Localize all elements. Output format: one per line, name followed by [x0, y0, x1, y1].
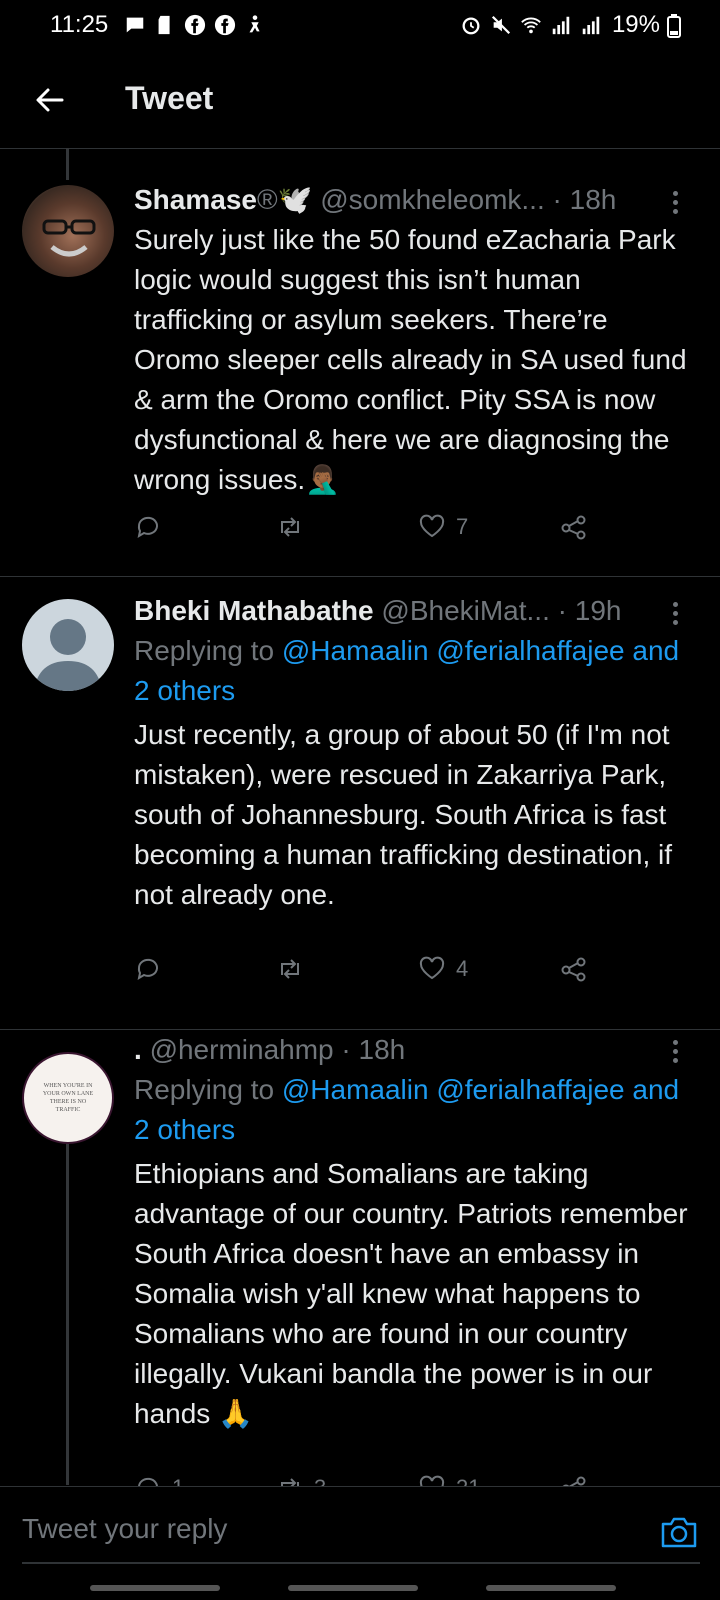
retweet-button[interactable]: [276, 955, 304, 983]
like-count: 7: [456, 514, 469, 539]
tweet-time: · 19h: [557, 595, 622, 626]
reply-input-underline: [22, 1562, 700, 1564]
name-badges: ®🕊️: [256, 184, 313, 215]
mute-icon: [491, 15, 511, 35]
like-button[interactable]: 7: [418, 513, 468, 541]
tweet-actions: 4: [134, 955, 614, 995]
battery-level: 19%: [611, 11, 660, 38]
heart-icon: [419, 514, 445, 538]
share-icon: [561, 957, 586, 982]
replying-to: Replying to @Hamaalin @ferialhaffajee an…: [134, 1070, 694, 1150]
avatar-face: [42, 219, 96, 257]
tweet-time: · 18h: [341, 1034, 406, 1065]
tweet-header: Bheki Mathabathe @BhekiMat... · 19h: [134, 591, 694, 631]
avatar[interactable]: [22, 185, 114, 277]
share-button[interactable]: [560, 513, 588, 541]
camera-icon[interactable]: [660, 1515, 698, 1549]
top-bar: Tweet: [0, 52, 720, 149]
status-time: 11:25: [50, 11, 109, 38]
more-options-icon[interactable]: [670, 1036, 680, 1066]
share-button[interactable]: [560, 955, 588, 983]
author-handle[interactable]: @herminahmp: [150, 1034, 334, 1065]
retweet-button[interactable]: [276, 513, 304, 541]
alarm-icon: [462, 17, 480, 35]
tweet[interactable]: WHEN YOU'RE IN YOUR OWN LANE THERE IS NO…: [0, 1030, 720, 1501]
retweet-icon: [281, 959, 299, 979]
more-options-icon[interactable]: [670, 187, 680, 217]
system-icons: [460, 14, 602, 36]
author-name[interactable]: Shamase: [134, 184, 257, 215]
author-handle[interactable]: @BhekiMat...: [381, 595, 549, 626]
signal-icon: [552, 16, 570, 35]
facebook-icon-2: [214, 14, 236, 36]
tweet-header: . @herminahmp · 18h: [134, 1030, 694, 1070]
message-icon: [126, 17, 144, 33]
reply-button[interactable]: [134, 513, 162, 541]
replying-to-label: Replying to: [134, 1074, 275, 1105]
retweet-icon: [281, 517, 299, 537]
tweet-content: Bheki Mathabathe @BhekiMat... · 19h Repl…: [134, 591, 694, 915]
tweet[interactable]: Bheki Mathabathe @BhekiMat... · 19h Repl…: [0, 577, 720, 1030]
tweet-content: . @herminahmp · 18h Replying to @Hamaali…: [134, 1030, 694, 1434]
reply-icon: [137, 958, 158, 981]
default-avatar-icon: [34, 619, 102, 691]
tweet-actions: 7: [134, 513, 614, 553]
tweet-time: · 18h: [552, 184, 617, 215]
replying-to-label: Replying to: [134, 635, 275, 666]
avatar-quote: WHEN YOU'RE IN YOUR OWN LANE THERE IS NO…: [42, 1083, 94, 1113]
avatar[interactable]: [22, 599, 114, 691]
like-button[interactable]: 4: [418, 955, 468, 983]
avatar[interactable]: WHEN YOU'RE IN YOUR OWN LANE THERE IS NO…: [22, 1052, 114, 1144]
tweet-text: Ethiopians and Somalians are taking adva…: [134, 1158, 688, 1429]
battery-icon: [667, 14, 681, 38]
tweet-text: Just recently, a group of about 50 (if I…: [134, 719, 673, 910]
author-name[interactable]: Bheki Mathabathe: [134, 595, 374, 626]
tweet[interactable]: Shamase®🕊️ @somkheleomk... · 18h Surely …: [0, 149, 720, 577]
reply-button[interactable]: [134, 955, 162, 983]
facebook-icon: [184, 14, 206, 36]
nav-gesture-hint: [288, 1585, 418, 1591]
nav-gesture-hint: [90, 1585, 220, 1591]
status-bar: 11:25 19%: [0, 0, 720, 52]
signal-icon-2: [582, 16, 600, 35]
back-arrow-icon[interactable]: [32, 82, 68, 118]
reply-input[interactable]: Tweet your reply: [22, 1513, 227, 1545]
sd-card-icon: [158, 15, 170, 35]
reply-composer: Tweet your reply: [0, 1486, 720, 1599]
page-title: Tweet: [125, 80, 214, 116]
share-icon: [561, 515, 586, 540]
nav-gesture-hint: [486, 1585, 616, 1591]
wifi-icon: [521, 17, 541, 34]
replying-to: Replying to @Hamaalin @ferialhaffajee an…: [134, 631, 694, 711]
more-options-icon[interactable]: [670, 598, 680, 628]
reply-icon: [137, 516, 158, 539]
tweet-content: Shamase®🕊️ @somkheleomk... · 18h Surely …: [134, 180, 694, 500]
tweet-header: Shamase®🕊️ @somkheleomk... · 18h: [134, 180, 694, 220]
like-count: 4: [456, 956, 469, 981]
heart-icon: [419, 956, 445, 980]
tweet-text: Surely just like the 50 found eZacharia …: [134, 224, 687, 495]
notification-icons: [124, 14, 266, 36]
author-name[interactable]: .: [134, 1034, 142, 1065]
accessibility-icon: [249, 15, 260, 33]
author-handle[interactable]: @somkheleomk...: [320, 184, 545, 215]
